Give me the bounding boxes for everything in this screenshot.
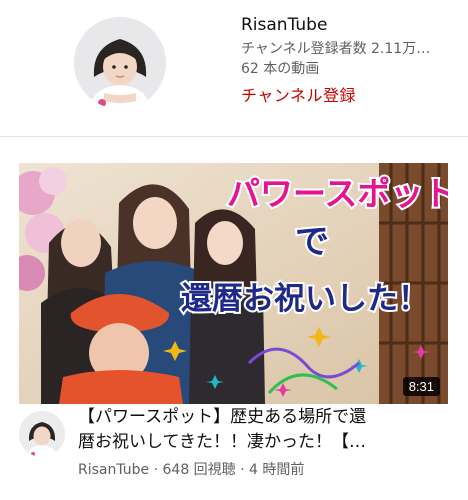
thumbnail-text-line3: 還暦お祝いした！: [181, 281, 429, 317]
video-title-line2: 暦お祝いしてきた！！凄かった！【…: [78, 432, 366, 452]
video-thumbnail[interactable]: パワースポット で 還暦お祝いした！ 8:31: [19, 163, 448, 404]
thumbnail-image: パワースポット で 還暦お祝いした！: [19, 163, 448, 404]
duration-badge: 8:31: [402, 377, 440, 396]
divider: [0, 136, 468, 137]
video-title[interactable]: 【パワースポット】歴史ある場所で還 暦お祝いしてきた！！凄かった！【…: [78, 405, 428, 455]
video-channel-avatar[interactable]: [19, 411, 65, 457]
channel-avatar[interactable]: [74, 17, 166, 109]
video-title-line1: 【パワースポット】歴史ある場所で還: [78, 407, 367, 427]
small-avatar-portrait: [19, 411, 65, 457]
channel-name[interactable]: RisanTube: [241, 15, 327, 35]
avatar-portrait: [74, 17, 166, 109]
video-count: 62 本の動画: [241, 61, 320, 77]
thumbnail-text-line2: で: [295, 222, 329, 262]
video-meta: RisanTube · 648 回視聴 · 4 時間前: [78, 462, 305, 478]
channel-header: RisanTube チャンネル登録者数 2.11万… 62 本の動画 チャンネル…: [0, 0, 468, 135]
subscribe-button[interactable]: チャンネル登録: [241, 82, 356, 106]
thumbnail-text-line1: パワースポット: [227, 174, 448, 213]
subscriber-count: チャンネル登録者数 2.11万…: [241, 41, 431, 57]
